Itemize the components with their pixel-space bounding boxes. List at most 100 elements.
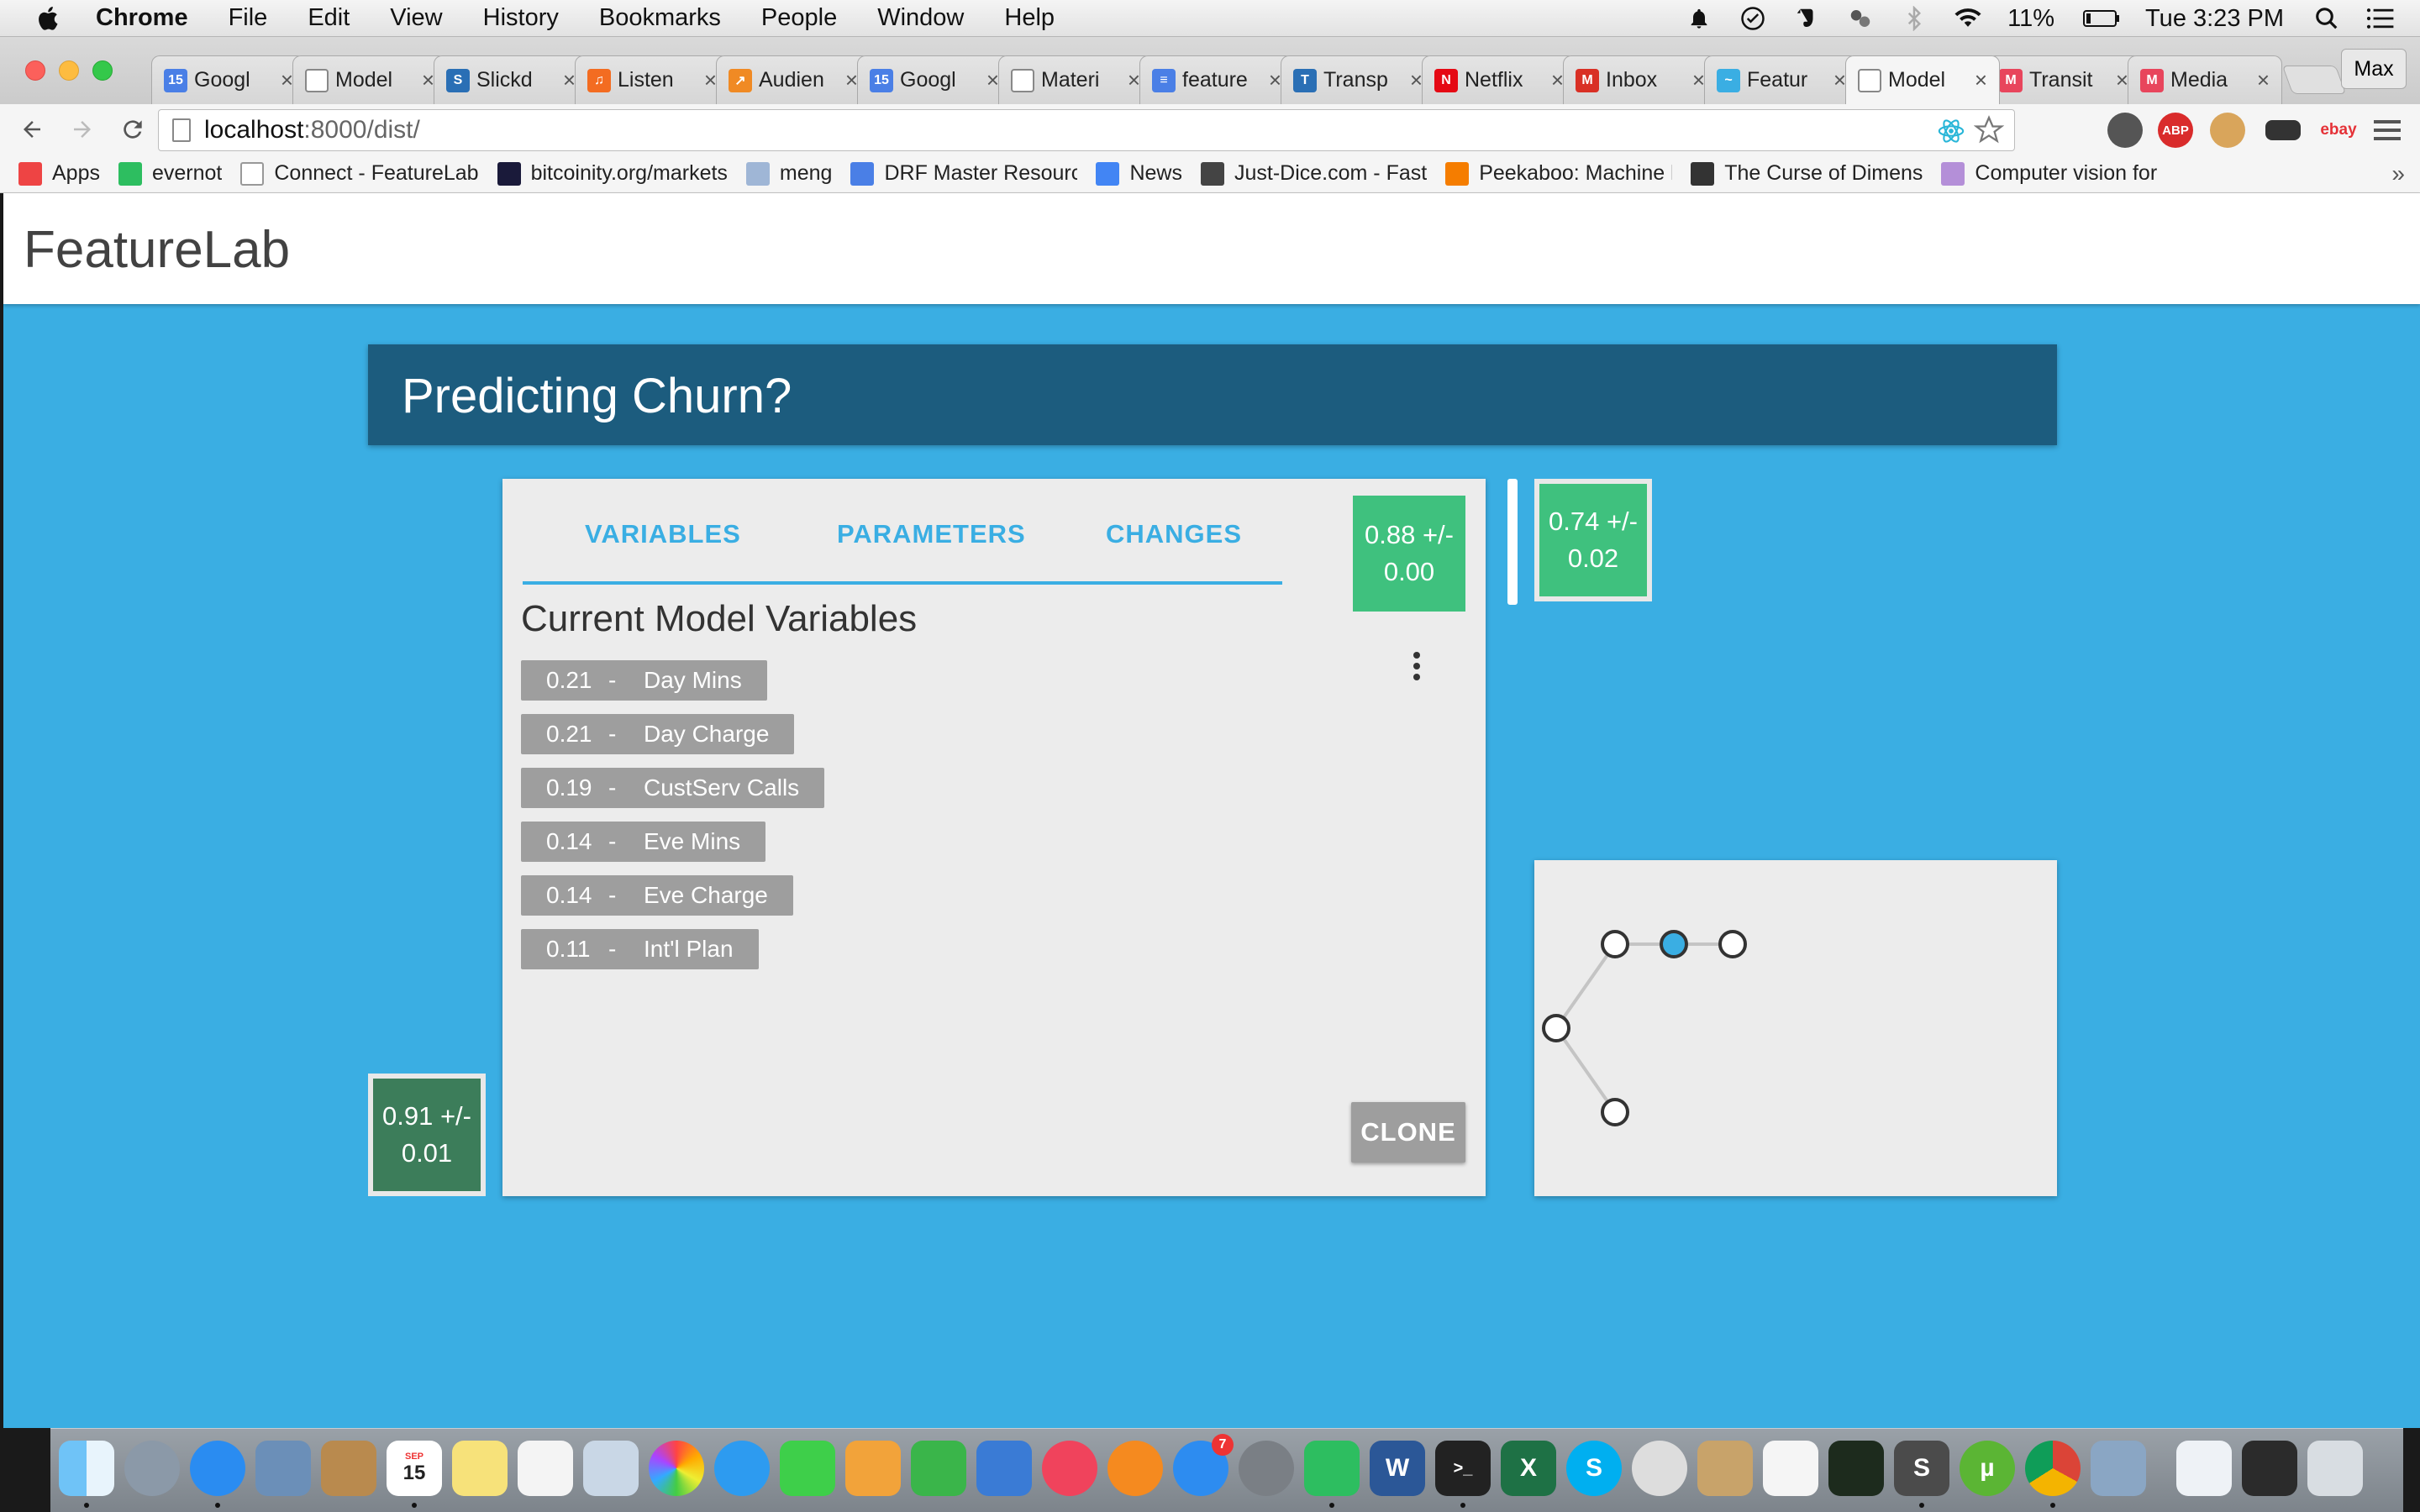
tab-close-icon[interactable]: × bbox=[1692, 67, 1705, 93]
menu-bookmarks[interactable]: Bookmarks bbox=[599, 4, 721, 32]
graph-node[interactable] bbox=[1718, 930, 1747, 958]
ebay-icon[interactable]: ebay bbox=[2317, 113, 2360, 148]
menu-people[interactable]: People bbox=[761, 4, 837, 32]
tab-close-icon[interactable]: × bbox=[1975, 67, 1987, 93]
graph-node[interactable] bbox=[1601, 930, 1629, 958]
skype-icon[interactable]: S bbox=[1566, 1441, 1622, 1496]
battery-icon[interactable] bbox=[2083, 4, 2120, 33]
bookmark-item[interactable]: The Curse of Dimens bbox=[1691, 161, 1923, 186]
apple-menu-icon[interactable] bbox=[34, 3, 64, 34]
bookmark-item[interactable]: DRF Master Resourc bbox=[850, 161, 1077, 186]
tab-close-icon[interactable]: × bbox=[986, 67, 999, 93]
activity-monitor-icon[interactable] bbox=[1828, 1441, 1884, 1496]
clone-button[interactable]: CLONE bbox=[1351, 1102, 1465, 1163]
brand-logo[interactable]: FeatureLab bbox=[24, 220, 290, 280]
word-icon[interactable]: W bbox=[1370, 1441, 1425, 1496]
tab-close-icon[interactable]: × bbox=[1410, 67, 1423, 93]
browser-tab[interactable]: ↗ Audien × bbox=[716, 55, 871, 104]
browser-tab[interactable]: M Inbox × bbox=[1563, 55, 1718, 104]
evernote-elephant-icon[interactable] bbox=[1792, 4, 1821, 33]
forward-button[interactable] bbox=[64, 111, 101, 148]
variable-chip[interactable]: 0.21- Day Charge bbox=[521, 714, 795, 754]
pages-icon[interactable] bbox=[845, 1441, 901, 1496]
adblock-plus-icon[interactable]: ABP bbox=[2158, 113, 2193, 148]
browser-tab[interactable]: Model × bbox=[292, 55, 447, 104]
bookmark-item[interactable]: Peekaboo: Machine l bbox=[1445, 161, 1672, 186]
latexit-icon[interactable] bbox=[1632, 1441, 1687, 1496]
menu-history[interactable]: History bbox=[483, 4, 559, 32]
notification-center-icon[interactable] bbox=[2366, 4, 2395, 33]
excel-icon[interactable]: X bbox=[1501, 1441, 1556, 1496]
menu-view[interactable]: View bbox=[390, 4, 442, 32]
browser-tab[interactable]: T Transp × bbox=[1281, 55, 1435, 104]
variable-chip[interactable]: 0.14- Eve Charge bbox=[521, 875, 793, 916]
tab-changes[interactable]: CHANGES bbox=[1106, 519, 1242, 549]
menu-help[interactable]: Help bbox=[1004, 4, 1055, 32]
bookmark-item[interactable]: News bbox=[1096, 161, 1182, 186]
textedit-icon[interactable] bbox=[1763, 1441, 1818, 1496]
variable-chip[interactable]: 0.14- Eve Mins bbox=[521, 822, 766, 862]
browser-tab[interactable]: 15 Googl × bbox=[151, 55, 306, 104]
browser-tab[interactable]: S Slickd × bbox=[434, 55, 588, 104]
sublime-text-icon[interactable]: S bbox=[1894, 1441, 1949, 1496]
next-model-score[interactable]: 0.74 +/- 0.02 bbox=[1534, 479, 1652, 601]
tab-close-icon[interactable]: × bbox=[1551, 67, 1564, 93]
tab-close-icon[interactable]: × bbox=[2116, 67, 2128, 93]
zoom-window-button[interactable] bbox=[92, 60, 113, 81]
app-store-icon[interactable]: 7 bbox=[1173, 1434, 1234, 1496]
more-options-icon[interactable] bbox=[1408, 652, 1425, 685]
bookmark-star-icon[interactable] bbox=[1973, 115, 2005, 152]
graph-node[interactable] bbox=[1660, 930, 1688, 958]
tab-close-icon[interactable]: × bbox=[563, 67, 576, 93]
facetime-icon[interactable] bbox=[780, 1441, 835, 1496]
itunes-icon[interactable] bbox=[1042, 1441, 1097, 1496]
browser-tab[interactable]: N Netflix × bbox=[1422, 55, 1576, 104]
terminal-icon[interactable]: >_ bbox=[1435, 1441, 1491, 1496]
notification-bell-icon[interactable] bbox=[1685, 4, 1713, 33]
bookmark-item[interactable]: Apps bbox=[18, 161, 100, 186]
bluetooth-icon[interactable] bbox=[1900, 4, 1928, 33]
system-preferences-icon[interactable] bbox=[1239, 1441, 1294, 1496]
launchpad-icon[interactable] bbox=[124, 1441, 180, 1496]
tab-close-icon[interactable]: × bbox=[1128, 67, 1140, 93]
menu-file[interactable]: File bbox=[229, 4, 268, 32]
tab-close-icon[interactable]: × bbox=[704, 67, 717, 93]
safari-icon[interactable] bbox=[190, 1441, 245, 1496]
messages-icon[interactable] bbox=[714, 1441, 770, 1496]
menu-edit[interactable]: Edit bbox=[308, 4, 350, 32]
clock[interactable]: Tue 3:23 PM bbox=[2145, 5, 2284, 33]
previous-model-score[interactable]: 0.91 +/- 0.01 bbox=[368, 1074, 486, 1196]
bookmark-item[interactable]: Computer vision for bbox=[1941, 161, 2157, 186]
graph-node[interactable] bbox=[1542, 1014, 1570, 1042]
close-window-button[interactable] bbox=[25, 60, 45, 81]
documents-stack-icon[interactable] bbox=[2176, 1441, 2232, 1496]
preview-icon[interactable] bbox=[583, 1441, 639, 1496]
bomb-extension-icon[interactable] bbox=[2107, 113, 2143, 148]
trash-icon[interactable] bbox=[2307, 1441, 2363, 1496]
tab-close-icon[interactable]: × bbox=[281, 67, 293, 93]
browser-tab[interactable]: M Transit × bbox=[1986, 55, 2141, 104]
cookie-icon[interactable] bbox=[2210, 113, 2245, 148]
tab-close-icon[interactable]: × bbox=[1269, 67, 1281, 93]
tab-close-icon[interactable]: × bbox=[422, 67, 434, 93]
minimize-window-button[interactable] bbox=[59, 60, 79, 81]
contacts-icon[interactable] bbox=[321, 1441, 376, 1496]
browser-tab[interactable]: ~ Featur × bbox=[1704, 55, 1859, 104]
tab-variables[interactable]: VARIABLES bbox=[585, 519, 741, 549]
ibooks-icon[interactable] bbox=[1107, 1441, 1163, 1496]
browser-tab[interactable]: Model × bbox=[1845, 55, 2000, 104]
reload-button[interactable] bbox=[114, 111, 151, 148]
keynote-icon[interactable] bbox=[976, 1441, 1032, 1496]
utorrent-icon[interactable]: µ bbox=[1960, 1441, 2015, 1496]
variable-chip[interactable]: 0.11- Int'l Plan bbox=[521, 929, 759, 969]
browser-tab[interactable]: M Media × bbox=[2128, 55, 2282, 104]
screenshots-stack-icon[interactable] bbox=[2242, 1441, 2297, 1496]
tab-parameters[interactable]: PARAMETERS bbox=[837, 519, 1026, 549]
browser-tab[interactable]: ♫ Listen × bbox=[575, 55, 729, 104]
bookmarks-overflow-icon[interactable]: » bbox=[2391, 160, 2405, 187]
tab-close-icon[interactable]: × bbox=[2257, 67, 2270, 93]
address-bar[interactable]: localhost:8000/dist/ bbox=[158, 109, 2015, 151]
wunderlist-check-icon[interactable] bbox=[1739, 4, 1767, 33]
variable-chip[interactable]: 0.19- CustServ Calls bbox=[521, 768, 825, 808]
new-tab-button[interactable] bbox=[2281, 66, 2347, 94]
